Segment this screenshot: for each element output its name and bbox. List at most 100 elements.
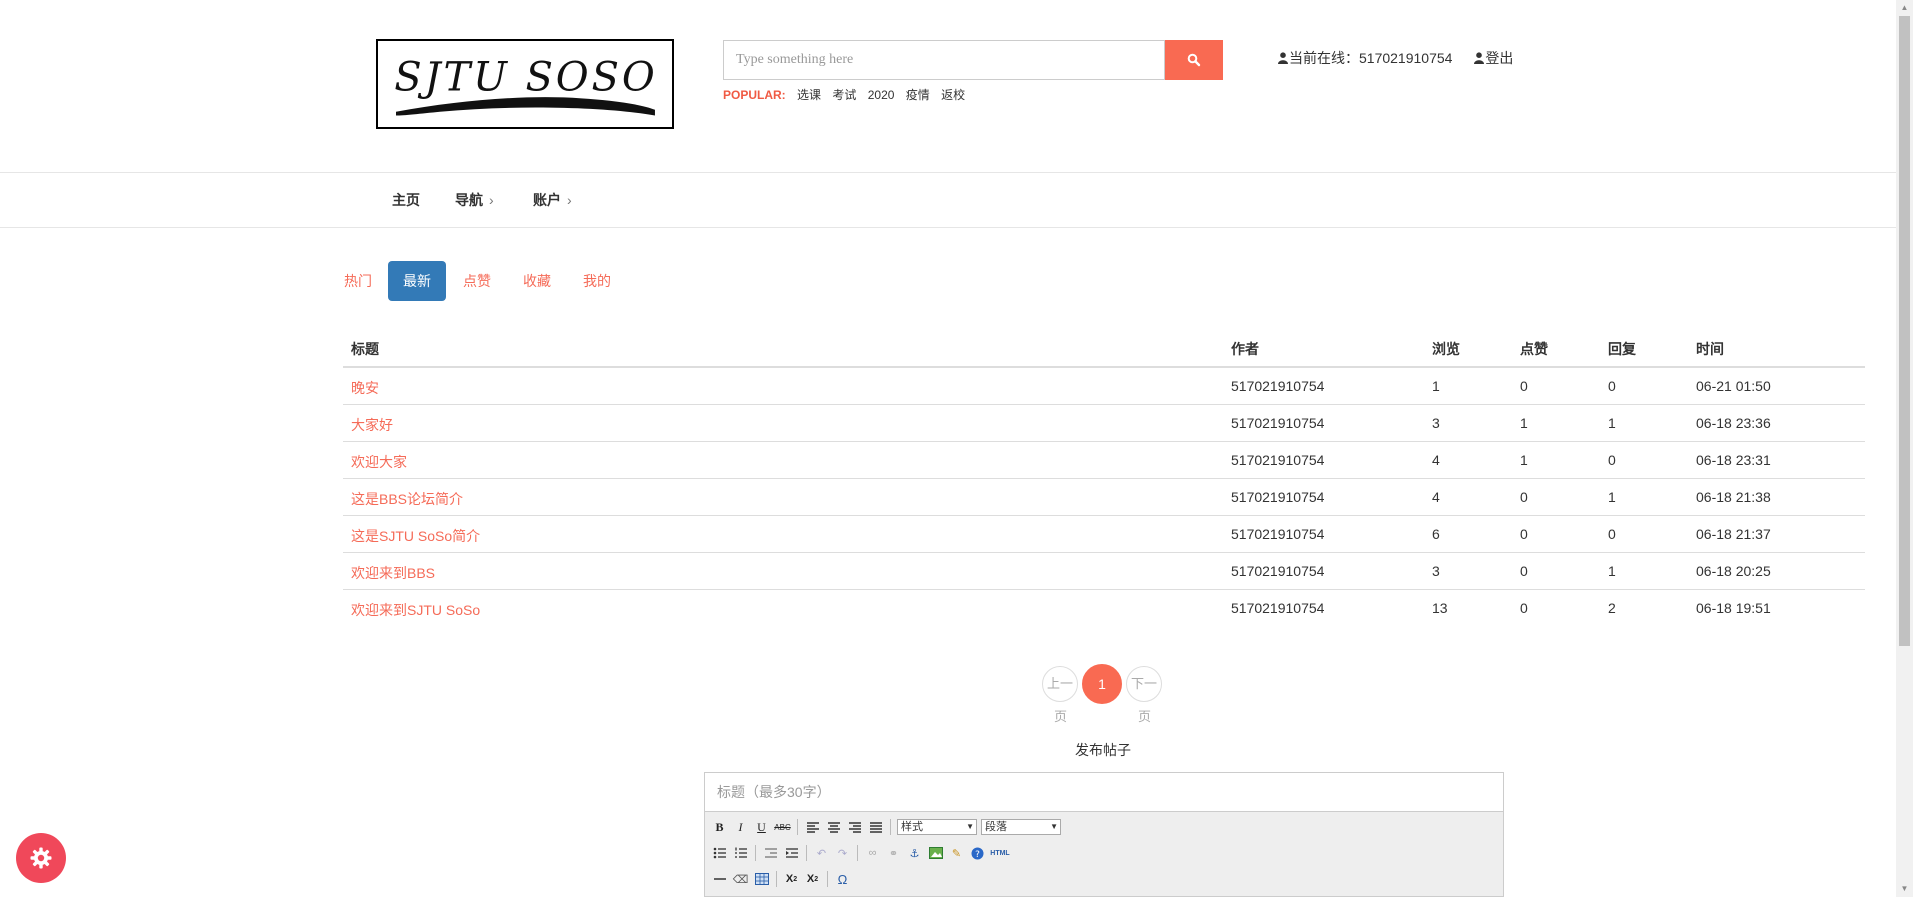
tab-liked[interactable]: 点赞	[462, 261, 492, 301]
scroll-up-arrow-icon[interactable]: ▲	[1896, 0, 1913, 16]
site-logo[interactable]: SJTU SOSO	[376, 39, 674, 129]
post-views: 4	[1432, 452, 1440, 468]
popular-tag[interactable]: 疫情	[906, 88, 930, 102]
link-icon[interactable]: ∞	[864, 845, 881, 862]
post-replies: 1	[1608, 415, 1616, 431]
post-likes: 0	[1520, 378, 1528, 394]
post-replies: 0	[1608, 452, 1616, 468]
table-row: 欢迎来到BBS 517021910754 3 0 1 06-18 20:25	[343, 553, 1865, 590]
logout-label: 登出	[1485, 50, 1514, 66]
table-row: 欢迎来到SJTU SoSo 517021910754 13 0 2 06-18 …	[343, 590, 1865, 627]
align-left-icon[interactable]	[804, 819, 821, 836]
bold-icon[interactable]: B	[711, 819, 728, 836]
post-views: 4	[1432, 489, 1440, 505]
subscript-icon[interactable]: X2	[783, 871, 800, 888]
table-icon[interactable]	[753, 871, 770, 888]
popular-tag[interactable]: 返校	[941, 88, 965, 102]
popular-tag[interactable]: 选课	[797, 88, 821, 102]
post-likes: 1	[1520, 452, 1528, 468]
horizontal-rule-icon[interactable]	[711, 871, 728, 888]
post-title-link[interactable]: 欢迎大家	[351, 452, 407, 472]
post-author: 517021910754	[1231, 526, 1325, 542]
search-button[interactable]	[1165, 40, 1223, 80]
table-row: 大家好 517021910754 3 1 1 06-18 23:36	[343, 405, 1865, 442]
italic-icon[interactable]: I	[732, 819, 749, 836]
indent-icon[interactable]	[783, 845, 800, 862]
post-title-link[interactable]: 欢迎来到BBS	[351, 563, 435, 583]
nav-item-home[interactable]: 主页	[392, 190, 420, 210]
post-author: 517021910754	[1231, 452, 1325, 468]
html-source-icon[interactable]: HTML	[990, 845, 1010, 862]
user-info: 当前在线：517021910754 登出	[1278, 48, 1513, 68]
logo-text: SJTU SOSO	[394, 55, 657, 101]
help-icon[interactable]: ?	[969, 845, 986, 862]
paragraph-select[interactable]: 段落 ▼	[981, 819, 1061, 835]
post-likes: 0	[1520, 526, 1528, 542]
align-center-icon[interactable]	[825, 819, 842, 836]
image-icon[interactable]	[927, 845, 944, 862]
online-label: 当前在线：	[1289, 50, 1359, 66]
post-replies: 2	[1608, 600, 1616, 616]
popular-tags: POPULAR: 选课 考试 2020 疫情 返校	[723, 86, 973, 103]
post-time: 06-18 23:36	[1696, 415, 1771, 431]
chevron-down-icon: ▼	[966, 822, 974, 831]
post-title-link[interactable]: 大家好	[351, 415, 393, 435]
post-title-link[interactable]: 这是SJTU SoSo简介	[351, 526, 480, 546]
align-right-icon[interactable]	[846, 819, 863, 836]
outdent-icon[interactable]	[762, 845, 779, 862]
post-title-link[interactable]: 这是BBS论坛简介	[351, 489, 463, 509]
nav-item-account[interactable]: 账户 ›	[533, 190, 572, 210]
settings-button[interactable]	[16, 833, 66, 883]
style-select[interactable]: 样式 ▼	[897, 819, 977, 835]
compose-heading: 发布帖子	[1075, 742, 1131, 758]
post-time: 06-21 01:50	[1696, 378, 1771, 394]
undo-icon[interactable]: ↶	[813, 845, 830, 862]
cleanup-icon[interactable]: ✎	[948, 845, 965, 862]
post-author: 517021910754	[1231, 563, 1325, 579]
eraser-icon[interactable]: ⌫	[732, 871, 749, 888]
post-title-link[interactable]: 欢迎来到SJTU SoSo	[351, 600, 480, 620]
page-number-current[interactable]: 1	[1082, 664, 1122, 704]
post-author: 517021910754	[1231, 378, 1325, 394]
popular-tag[interactable]: 2020	[868, 88, 895, 102]
post-time: 06-18 21:37	[1696, 526, 1771, 542]
strikethrough-icon[interactable]: ABC	[774, 819, 791, 836]
post-views: 13	[1432, 600, 1448, 616]
scroll-down-arrow-icon[interactable]: ▼	[1896, 881, 1913, 897]
search-input[interactable]: Type something here	[723, 40, 1165, 80]
prev-page-button[interactable]: 上一	[1042, 666, 1078, 702]
post-author: 517021910754	[1231, 600, 1325, 616]
post-likes: 0	[1520, 489, 1528, 505]
nav-item-navigation[interactable]: 导航 ›	[455, 190, 494, 210]
numbered-list-icon[interactable]	[732, 845, 749, 862]
align-justify-icon[interactable]	[867, 819, 884, 836]
post-views: 3	[1432, 415, 1440, 431]
tab-hot[interactable]: 热门	[343, 261, 373, 301]
bullet-list-icon[interactable]	[711, 845, 728, 862]
underline-icon[interactable]: U	[753, 819, 770, 836]
post-time: 06-18 23:31	[1696, 452, 1771, 468]
tab-mine[interactable]: 我的	[582, 261, 612, 301]
tab-latest[interactable]: 最新	[388, 261, 446, 301]
next-page-button[interactable]: 下一	[1126, 666, 1162, 702]
table-row: 欢迎大家 517021910754 4 1 0 06-18 23:31	[343, 442, 1865, 479]
superscript-icon[interactable]: X2	[804, 871, 821, 888]
popular-tag[interactable]: 考试	[832, 88, 856, 102]
post-likes: 0	[1520, 563, 1528, 579]
special-char-icon[interactable]: Ω	[834, 871, 851, 888]
tab-favorites[interactable]: 收藏	[522, 261, 552, 301]
post-views: 1	[1432, 378, 1440, 394]
post-title-input[interactable]: 标题（最多30字）	[704, 772, 1504, 812]
column-header-views: 浏览	[1432, 341, 1460, 357]
unlink-icon[interactable]: ⚭	[885, 845, 902, 862]
gear-icon	[30, 847, 52, 869]
post-author: 517021910754	[1231, 489, 1325, 505]
anchor-icon[interactable]: ⚓	[906, 845, 923, 862]
logout-link[interactable]: 登出	[1474, 50, 1513, 66]
redo-icon[interactable]: ↷	[834, 845, 851, 862]
post-time: 06-18 20:25	[1696, 563, 1771, 579]
user-icon	[1474, 52, 1485, 64]
scrollbar-thumb[interactable]	[1899, 16, 1910, 646]
post-views: 6	[1432, 526, 1440, 542]
post-title-link[interactable]: 晚安	[351, 378, 379, 398]
